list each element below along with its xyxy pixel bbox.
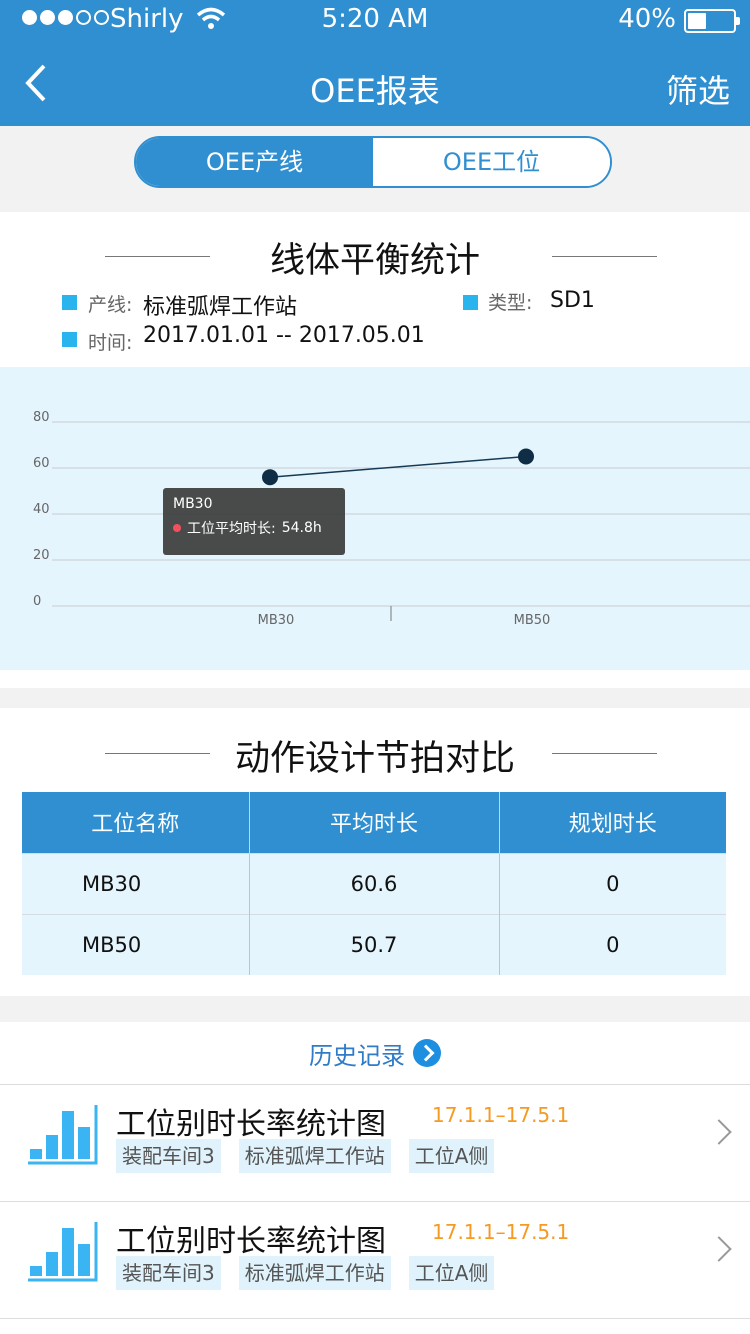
bar-chart-icon xyxy=(28,1105,98,1165)
history-title: 工位别时长率统计图 xyxy=(116,1107,386,1142)
bullet-square xyxy=(62,295,77,310)
history-item[interactable]: 工位别时长率统计图 17.1.1–17.5.1 装配车间3 标准弧焊工作站 工位… xyxy=(0,1085,750,1202)
table-header-row: 工位名称 平均时长 规划时长 xyxy=(22,792,726,853)
data-point xyxy=(518,448,534,465)
section-title: 线体平衡统计 xyxy=(269,241,480,281)
tooltip-dot xyxy=(173,524,181,532)
history-link[interactable]: 历史记录 xyxy=(0,1022,750,1085)
section-title: 动作设计节拍对比 xyxy=(234,739,515,779)
tag: 工位A侧 xyxy=(408,1256,495,1290)
x-tick-label: MB50 xyxy=(514,613,551,628)
segmented-control: OEE产线 OEE工位 xyxy=(134,136,612,188)
table-row: MB50 50.7 0 xyxy=(22,913,726,975)
line-label: 产线: xyxy=(88,294,133,316)
y-tick-label: 80 xyxy=(33,410,50,425)
page-title: OEE报表 xyxy=(310,72,440,110)
chevron-right-icon xyxy=(706,1119,732,1145)
history-label: 历史记录 xyxy=(309,1041,405,1070)
tag: 标准弧焊工作站 xyxy=(238,1256,391,1290)
line-balance-card: 线体平衡统计 产线: 标准弧焊工作站 类型: SD1 时间: 2017.01.0… xyxy=(0,212,750,688)
x-tick-label: MB30 xyxy=(258,613,295,628)
history-date: 17.1.1–17.5.1 xyxy=(432,1103,570,1127)
column-header: 平均时长 xyxy=(249,792,500,853)
chevron-right-icon xyxy=(706,1236,732,1262)
tab-oee-line[interactable]: OEE产线 xyxy=(136,138,373,186)
column-header: 规划时长 xyxy=(499,792,726,853)
header-bar: Shirly 5:20 AM 40% OEE报表 筛选 xyxy=(0,0,750,126)
tab-oee-station[interactable]: OEE工位 xyxy=(373,138,610,186)
chart-svg: 80 60 40 20 0 MB30 MB50 xyxy=(33,410,750,628)
arrow-right-circle-icon xyxy=(413,1039,441,1067)
comparison-card: 动作设计节拍对比 工位名称 平均时长 规划时长 MB30 60.6 0 MB50… xyxy=(0,708,750,996)
time-value: 2017.01.01 -- 2017.05.01 xyxy=(143,323,425,348)
column-header: 工位名称 xyxy=(22,792,250,853)
tag: 标准弧焊工作站 xyxy=(238,1139,391,1173)
divider xyxy=(552,753,657,754)
tag: 工位A侧 xyxy=(408,1139,495,1173)
data-point xyxy=(262,469,278,486)
table-row: MB30 60.6 0 xyxy=(22,852,726,914)
tag-list: 装配车间3 标准弧焊工作站 工位A侧 xyxy=(116,1256,495,1290)
table-cell: 0 xyxy=(499,852,726,914)
tooltip-label: 工位平均时长: xyxy=(187,521,276,537)
y-tick-label: 40 xyxy=(33,502,50,517)
chart-tooltip: MB30 工位平均时长: 54.8h xyxy=(163,488,345,555)
history-date: 17.1.1–17.5.1 xyxy=(432,1220,570,1244)
history-title: 工位别时长率统计图 xyxy=(116,1224,386,1259)
table-cell: MB50 xyxy=(22,913,250,975)
status-bar: Shirly 5:20 AM 40% xyxy=(0,0,750,40)
type-value: SD1 xyxy=(550,288,595,313)
y-tick-label: 60 xyxy=(33,456,50,471)
tooltip-value: 54.8h xyxy=(281,520,322,536)
line-chart: 80 60 40 20 0 MB30 MB50 MB30 工位平均时长: 54.8h xyxy=(0,367,750,670)
bar-chart-icon xyxy=(28,1222,98,1282)
battery-icon xyxy=(684,9,740,33)
divider xyxy=(552,256,657,257)
battery-percent: 40% xyxy=(618,4,676,34)
table-cell: MB30 xyxy=(22,852,250,914)
line-value: 标准弧焊工作站 xyxy=(143,295,298,320)
table-cell: 60.6 xyxy=(249,852,500,914)
comparison-table: 工位名称 平均时长 规划时长 MB30 60.6 0 MB50 50.7 0 xyxy=(22,792,726,975)
y-tick-label: 0 xyxy=(33,594,41,609)
tag-list: 装配车间3 标准弧焊工作站 工位A侧 xyxy=(116,1139,495,1173)
table-cell: 50.7 xyxy=(249,913,500,975)
y-tick-label: 20 xyxy=(33,548,50,563)
history-section: 历史记录 工位别时长率统计图 17.1.1–17.5.1 装配车间3 标准弧焊工… xyxy=(0,1022,750,1334)
series-line xyxy=(269,455,527,478)
tag: 装配车间3 xyxy=(116,1139,221,1173)
filter-button[interactable]: 筛选 xyxy=(666,66,730,112)
bullet-square xyxy=(62,332,77,347)
table-cell: 0 xyxy=(499,913,726,975)
time-label: 时间: xyxy=(88,332,133,354)
segmented-container: OEE产线 OEE工位 xyxy=(0,126,750,212)
type-label: 类型: xyxy=(488,292,533,314)
tag: 装配车间3 xyxy=(116,1256,221,1290)
tooltip-title: MB30 xyxy=(173,496,213,512)
history-item[interactable]: 工位别时长率统计图 17.1.1–17.5.1 装配车间3 标准弧焊工作站 工位… xyxy=(0,1202,750,1319)
bullet-square xyxy=(463,295,478,310)
